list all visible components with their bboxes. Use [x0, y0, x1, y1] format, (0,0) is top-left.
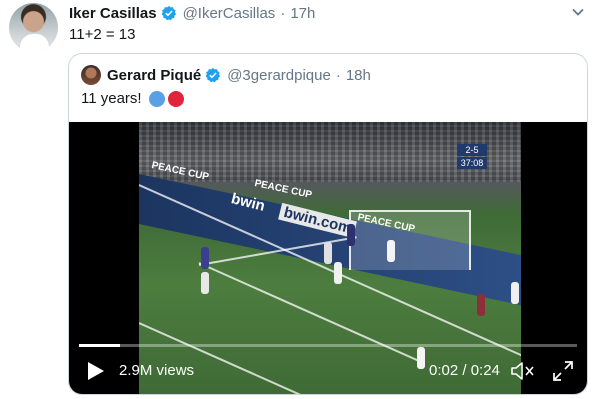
player [334, 262, 342, 284]
player [201, 247, 209, 269]
player [324, 242, 332, 264]
red-circle-emoji-icon [167, 90, 184, 107]
video-time: 0:02 / 0:24 [429, 362, 500, 379]
quoted-avatar[interactable] [81, 65, 101, 85]
dot-separator: · [335, 66, 341, 84]
verified-icon [205, 68, 221, 83]
verified-icon [161, 6, 176, 21]
player [477, 294, 485, 316]
video-progress-fill [79, 344, 121, 347]
score: 2-5 [457, 144, 487, 156]
quoted-author-name[interactable]: Gerard Piqué [107, 67, 201, 84]
match-clock: 37:08 [457, 157, 487, 169]
tweet-text: 11+2 = 13 [69, 26, 136, 43]
player [511, 282, 519, 304]
video-progress-bar[interactable] [79, 344, 577, 347]
scoreboard: 2-5 37:08 [457, 144, 487, 170]
mute-icon[interactable] [510, 360, 536, 382]
goal [349, 210, 471, 270]
chevron-down-icon[interactable] [571, 5, 585, 19]
video-frame: bwin bwin.com PEACE CUP PEACE CUP PEACE … [139, 122, 521, 394]
video-controls: 2.9M views 0:02 / 0:24 [69, 356, 587, 386]
view-count: 2.9M views [119, 362, 195, 379]
player [201, 272, 209, 294]
avatar[interactable] [9, 3, 58, 52]
play-icon[interactable] [87, 361, 105, 381]
fullscreen-icon[interactable] [552, 360, 574, 382]
video-player[interactable]: bwin bwin.com PEACE CUP PEACE CUP PEACE … [69, 122, 587, 394]
dot-separator: · [280, 4, 286, 22]
player [387, 240, 395, 262]
quoted-tweet[interactable]: Gerard Piqué @3gerardpique · 18h 11 year… [68, 53, 588, 395]
quoted-text-row: 11 years! [81, 90, 184, 107]
tweet-time[interactable]: 17h [290, 5, 315, 22]
quoted-header: Gerard Piqué @3gerardpique · 18h [107, 64, 371, 86]
player [347, 224, 355, 246]
quoted-text: 11 years! [81, 90, 142, 107]
quoted-author-handle[interactable]: @3gerardpique [227, 67, 331, 84]
blue-circle-emoji-icon [148, 90, 165, 107]
quoted-time: 18h [345, 66, 371, 84]
author-handle[interactable]: @IkerCasillas [183, 5, 276, 22]
tweet-header: Iker Casillas @IkerCasillas · 17h [69, 3, 315, 23]
author-name[interactable]: Iker Casillas [69, 5, 157, 22]
